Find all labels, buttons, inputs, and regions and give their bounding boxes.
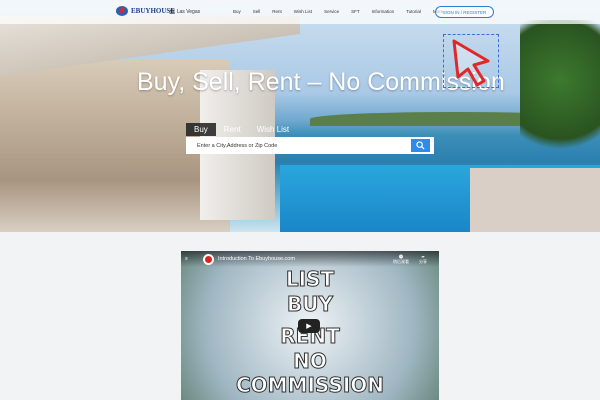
- play-button[interactable]: ▶: [298, 319, 320, 333]
- search-tabs: Buy Rent Wish List: [186, 123, 297, 136]
- menu-information[interactable]: Information: [372, 9, 395, 14]
- tab-buy[interactable]: Buy: [186, 123, 216, 136]
- menu-sell[interactable]: Sell: [253, 9, 261, 14]
- share-button[interactable]: ➦ 分享: [419, 254, 427, 265]
- hero-banner: EBUYHOUSE 🏛 Las Vegas Buy Sell Rent Wish…: [0, 0, 600, 232]
- menu-buy[interactable]: Buy: [233, 9, 241, 14]
- deck-scenery: [470, 168, 600, 232]
- menu-tutorial[interactable]: Tutorial: [406, 9, 421, 14]
- sign-in-register-button[interactable]: SIGN IN / REGISTER: [435, 6, 494, 18]
- channel-logo[interactable]: [203, 253, 214, 265]
- tree-scenery: [520, 20, 600, 170]
- location-label: Las Vegas: [176, 9, 201, 15]
- cursor-highlight: [443, 34, 499, 88]
- menu-rent[interactable]: Rent: [272, 9, 282, 14]
- main-menu: Buy Sell Rent Wish List Service SFT Info…: [233, 9, 443, 14]
- search-icon: [416, 141, 425, 150]
- watch-later-button[interactable]: 🕒 稍后观看: [393, 254, 409, 265]
- search-bar: [186, 137, 434, 154]
- video-title[interactable]: Introduction To Ebuyhouse.com: [218, 256, 295, 262]
- watch-later-label: 稍后观看: [393, 259, 409, 264]
- search-button[interactable]: [411, 139, 430, 152]
- tab-rent[interactable]: Rent: [216, 123, 249, 136]
- brand-logo[interactable]: EBUYHOUSE: [116, 5, 175, 16]
- location-selector[interactable]: 🏛 Las Vegas: [169, 9, 200, 15]
- menu-service[interactable]: Service: [324, 9, 339, 14]
- tab-wish-list[interactable]: Wish List: [249, 123, 297, 136]
- playlist-icon[interactable]: ≡: [185, 256, 188, 262]
- top-nav: EBUYHOUSE 🏛 Las Vegas Buy Sell Rent Wish…: [0, 0, 600, 24]
- video-text-no: NO: [293, 349, 328, 373]
- menu-wish-list[interactable]: Wish List: [294, 9, 312, 14]
- play-icon: ▶: [306, 323, 312, 330]
- logo-icon: [116, 5, 128, 16]
- share-label: 分享: [419, 259, 427, 264]
- video-text-buy: BUY: [287, 292, 334, 316]
- video-text-commission: COMMISSION: [235, 373, 385, 397]
- intro-video-player[interactable]: ≡ Introduction To Ebuyhouse.com 🕒 稍后观看 ➦ 分…: [181, 251, 439, 400]
- cursor-arrow-icon: [452, 39, 490, 87]
- search-input[interactable]: [186, 142, 411, 149]
- video-text-list: LIST: [285, 267, 335, 291]
- menu-sft[interactable]: SFT: [351, 9, 360, 14]
